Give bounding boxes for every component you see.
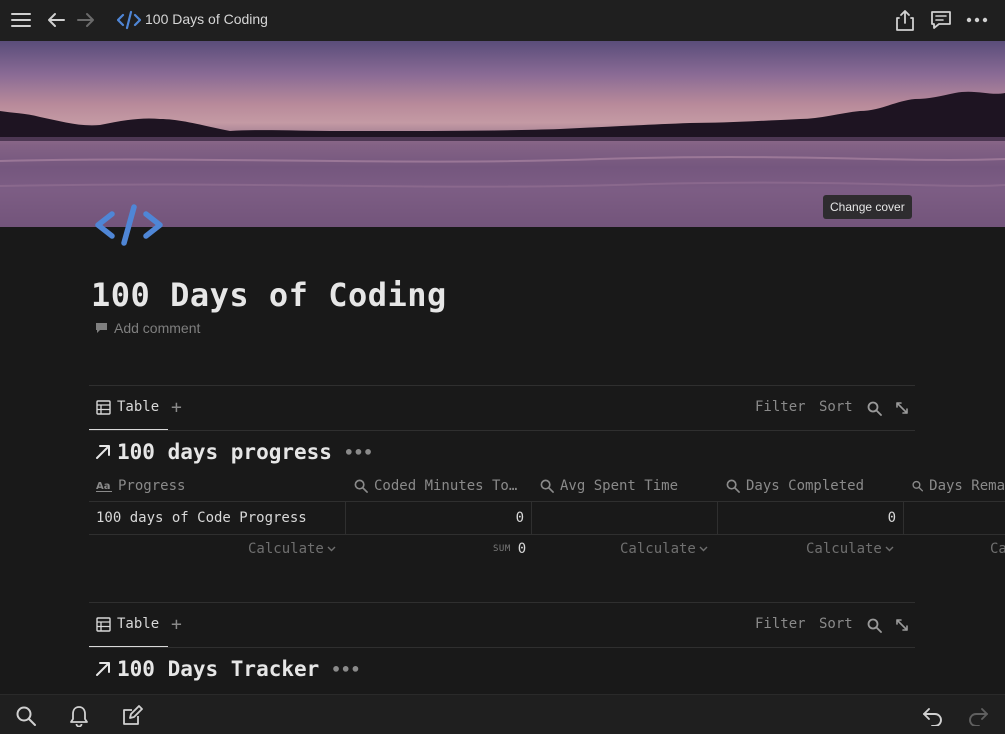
undo-icon[interactable]: [920, 703, 946, 729]
cell-divider: [531, 502, 532, 534]
chevron-down-icon: [327, 546, 336, 552]
divider: [89, 430, 915, 431]
comment-icon: [96, 323, 107, 333]
tab-label: Table: [117, 399, 160, 415]
calculate-avg-spent[interactable]: Calculate: [620, 541, 708, 557]
forward-arrow-icon[interactable]: [73, 8, 99, 32]
top-bar: 100 Days of Coding: [0, 0, 1005, 41]
tab-table[interactable]: Table: [96, 399, 159, 415]
database-title-text: 100 Days Tracker: [117, 657, 320, 681]
table-icon: [96, 399, 111, 415]
more-icon[interactable]: [964, 8, 990, 32]
new-page-icon[interactable]: [119, 703, 145, 729]
breadcrumb-title[interactable]: 100 Days of Coding: [145, 11, 268, 27]
search-icon[interactable]: [13, 703, 39, 729]
add-comment-label: Add comment: [114, 320, 201, 336]
rollup-search-icon: [354, 479, 368, 493]
view-tabs: Table + Filter Sort: [89, 387, 915, 431]
rollup-search-icon: [540, 479, 554, 493]
cell-progress-name[interactable]: 100 days of Code Progress: [96, 502, 342, 534]
chevron-down-icon: [885, 546, 894, 552]
expand-icon[interactable]: [895, 401, 909, 419]
change-cover-button[interactable]: Change cover: [823, 195, 912, 219]
bell-icon[interactable]: [66, 703, 92, 729]
cell-divider: [345, 502, 346, 534]
divider: [89, 647, 915, 648]
divider: [89, 385, 915, 386]
add-view-icon[interactable]: +: [171, 614, 182, 635]
column-header-progress[interactable]: Aa Progress: [96, 470, 344, 502]
code-page-icon: [116, 10, 142, 30]
divider: [89, 602, 915, 603]
cell-divider: [903, 502, 904, 534]
column-header-days-remaining[interactable]: Days Rema: [912, 470, 1005, 502]
rollup-search-icon: [912, 480, 924, 492]
back-arrow-icon[interactable]: [43, 8, 69, 32]
column-header-coded-minutes[interactable]: Coded Minutes To…: [354, 470, 526, 502]
comments-icon[interactable]: [928, 8, 954, 32]
linked-arrow-icon: [96, 662, 110, 676]
svg-text:Aa: Aa: [96, 481, 111, 492]
filter-button[interactable]: Filter: [755, 616, 806, 632]
share-icon[interactable]: [892, 8, 918, 32]
sort-button[interactable]: Sort: [819, 616, 853, 632]
cell-days-completed[interactable]: 0: [720, 502, 896, 534]
database-options-icon[interactable]: •••: [344, 443, 373, 462]
calculate-days-completed[interactable]: Calculate: [806, 541, 894, 557]
expand-icon[interactable]: [895, 618, 909, 636]
database-title[interactable]: 100 Days Tracker •••: [95, 657, 360, 681]
add-view-icon[interactable]: +: [171, 397, 182, 418]
linked-arrow-icon: [96, 445, 110, 459]
column-header-days-completed[interactable]: Days Completed: [726, 470, 898, 502]
cell-divider: [717, 502, 718, 534]
filter-button[interactable]: Filter: [755, 399, 806, 415]
code-icon[interactable]: [94, 201, 164, 249]
database-title[interactable]: 100 days progress •••: [95, 440, 373, 464]
rollup-search-icon: [726, 479, 740, 493]
row-divider: [89, 534, 1005, 535]
database-title-text: 100 days progress: [117, 440, 332, 464]
cell-coded-minutes[interactable]: 0: [348, 502, 524, 534]
sort-button[interactable]: Sort: [819, 399, 853, 415]
add-comment-button[interactable]: Add comment: [95, 320, 200, 336]
menu-icon[interactable]: [8, 8, 34, 32]
column-header-avg-spent[interactable]: Avg Spent Time: [540, 470, 712, 502]
search-icon[interactable]: [867, 401, 882, 420]
database-options-icon[interactable]: •••: [331, 660, 360, 679]
cell-avg-spent[interactable]: [534, 502, 710, 534]
view-tabs: Table + Filter Sort: [89, 604, 915, 648]
calculate-progress[interactable]: Calculate: [248, 541, 336, 557]
title-property-icon: Aa: [96, 481, 112, 492]
tab-label: Table: [117, 616, 160, 632]
redo-icon[interactable]: [965, 703, 991, 729]
chevron-down-icon: [699, 546, 708, 552]
table-icon: [96, 616, 111, 632]
calculate-days-remaining[interactable]: Ca: [990, 541, 1005, 557]
bottom-toolbar: [0, 694, 1005, 734]
page-title[interactable]: 100 Days of Coding: [91, 276, 447, 314]
tab-table[interactable]: Table: [96, 616, 159, 632]
search-icon[interactable]: [867, 618, 882, 637]
calculate-coded-minutes-sum[interactable]: SUM 0: [493, 541, 526, 557]
